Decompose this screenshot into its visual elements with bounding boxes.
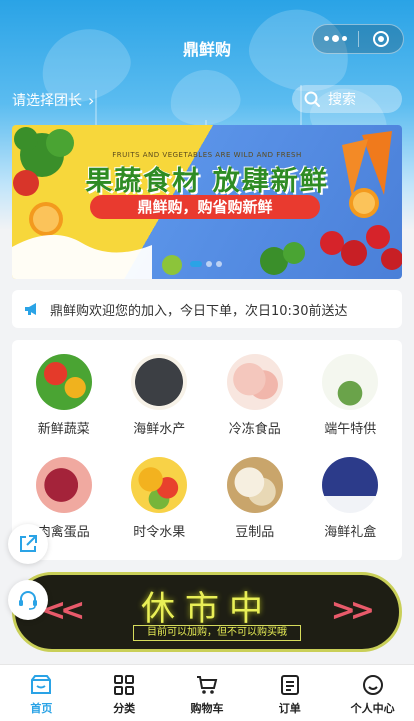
share-button[interactable] xyxy=(8,524,48,564)
seafood-photo xyxy=(131,354,188,410)
tab-home[interactable]: 首页 xyxy=(0,665,83,721)
tab-label: 订单 xyxy=(278,702,301,715)
order-icon xyxy=(280,675,299,695)
tofu-photo xyxy=(226,457,283,513)
market-closed-banner: << >> 休市中 目前可以加购，但不可以购买哦 xyxy=(12,572,402,652)
home-icon xyxy=(31,675,52,694)
banner-slogan: 鼎鲜购，购省购新鲜 xyxy=(90,195,320,219)
frozen-food-photo xyxy=(226,354,283,410)
tab-category[interactable]: 分类 xyxy=(83,665,166,721)
notice-text: 鼎鲜购欢迎您的加入，今日下单，次日10:30前送达 xyxy=(50,303,348,319)
tab-label: 个人中心 xyxy=(350,702,395,715)
tab-label: 分类 xyxy=(113,702,136,715)
customer-service-button[interactable] xyxy=(8,580,48,620)
banner-title: 果蔬食材 放肆新鲜 xyxy=(85,166,329,197)
category-icon xyxy=(114,675,135,695)
promo-banner[interactable]: FRUITS AND VEGETABLES ARE WILD AND FRESH… xyxy=(12,125,402,279)
group-select-label: 请选择团长 xyxy=(12,93,82,109)
gift-box-photo xyxy=(322,457,379,513)
vegetables-photo xyxy=(35,354,92,410)
close-mini-program-button[interactable] xyxy=(359,25,404,53)
tab-cart[interactable]: 购物车 xyxy=(166,665,249,721)
category-label: 冷冻食品 xyxy=(228,422,281,437)
search-button[interactable]: 搜索 xyxy=(292,85,402,113)
fruit-photo xyxy=(131,457,188,513)
megaphone-icon xyxy=(25,303,36,315)
category-label: 端午特供 xyxy=(324,422,377,437)
notice-bar: 鼎鲜购欢迎您的加入，今日下单，次日10:30前送达 xyxy=(12,290,402,328)
market-closed-subtitle: 目前可以加购，但不可以购买哦 xyxy=(133,625,301,641)
category-label: 时令水果 xyxy=(133,525,186,540)
category-label: 海鲜礼盒 xyxy=(324,525,377,540)
tab-label: 购物车 xyxy=(190,702,224,715)
tab-label: 首页 xyxy=(30,702,53,715)
category-item[interactable]: 海鲜礼盒 xyxy=(303,457,399,560)
group-leader-select[interactable]: 请选择团长 › xyxy=(12,90,94,110)
meat-photo xyxy=(35,457,92,513)
search-icon xyxy=(304,91,320,107)
chevron-right-icon: › xyxy=(88,90,95,110)
dragon-boat-photo xyxy=(322,354,379,410)
more-dots-icon xyxy=(323,35,347,42)
search-label: 搜索 xyxy=(328,92,356,108)
category-item[interactable]: 新鲜蔬菜 xyxy=(16,354,112,457)
bottom-tab-bar: 首页 分类 购物车 订单 个人中心 xyxy=(0,664,414,721)
category-item[interactable]: 海鲜水产 xyxy=(112,354,208,457)
cart-icon xyxy=(196,676,218,694)
category-grid: 新鲜蔬菜 海鲜水产 冷冻食品 端午特供 肉禽蛋品 时令水果 豆制品 海鲜礼盒 xyxy=(12,340,402,560)
category-item[interactable]: 时令水果 xyxy=(112,457,208,560)
more-menu-button[interactable] xyxy=(313,25,358,53)
headset-icon xyxy=(19,591,37,610)
category-item[interactable]: 端午特供 xyxy=(303,354,399,457)
tab-profile[interactable]: 个人中心 xyxy=(331,665,414,721)
banner-subtext: FRUITS AND VEGETABLES ARE WILD AND FRESH xyxy=(112,151,302,159)
banner-pagination xyxy=(190,261,222,267)
category-label: 海鲜水产 xyxy=(133,422,186,437)
category-label: 豆制品 xyxy=(235,525,275,540)
category-item[interactable]: 豆制品 xyxy=(207,457,303,560)
target-circle-icon xyxy=(372,31,389,47)
tab-orders[interactable]: 订单 xyxy=(248,665,331,721)
category-item[interactable]: 冷冻食品 xyxy=(207,354,303,457)
market-closed-title: 休市中 xyxy=(141,589,273,629)
category-label: 新鲜蔬菜 xyxy=(37,422,90,437)
share-icon xyxy=(20,535,37,552)
profile-icon xyxy=(362,675,383,695)
mini-program-capsule xyxy=(312,24,404,54)
